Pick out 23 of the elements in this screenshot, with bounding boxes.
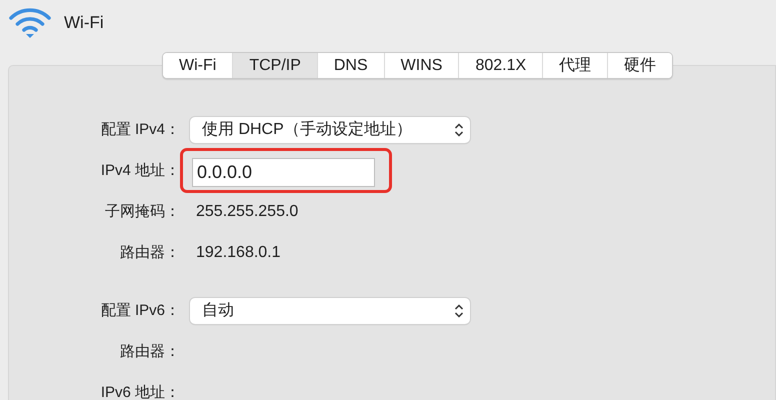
- updown-chevron-icon: [454, 302, 464, 318]
- dropdown[interactable]: 自动: [190, 298, 470, 324]
- field-label: IPv4 地址：: [100, 161, 180, 180]
- tab[interactable]: 硬件: [607, 53, 672, 78]
- field-label: 子网掩码：: [104, 202, 180, 221]
- tab[interactable]: WINS: [384, 53, 458, 78]
- input-field[interactable]: 0.0.0.0: [192, 158, 375, 187]
- wifi-icon: [8, 6, 52, 38]
- tab[interactable]: Wi-Fi: [163, 53, 232, 78]
- tab[interactable]: 代理: [542, 53, 608, 78]
- field-value: 255.255.255.0: [195, 202, 298, 220]
- field-value: 192.168.0.1: [195, 244, 281, 262]
- field-label: 配置 IPv4：: [100, 120, 180, 139]
- field-label: 配置 IPv6：: [100, 301, 180, 320]
- tab[interactable]: 802.1X: [458, 53, 542, 78]
- field-label: 路由器：: [119, 342, 180, 361]
- updown-chevron-icon: [454, 122, 464, 138]
- window-title: Wi-Fi: [64, 13, 104, 33]
- field-label: 路由器：: [119, 243, 180, 262]
- field-label: IPv6 地址：: [100, 383, 180, 400]
- dropdown[interactable]: 使用 DHCP（手动设定地址）: [190, 116, 470, 142]
- tab[interactable]: TCP/IP: [232, 53, 317, 78]
- tab[interactable]: DNS: [316, 53, 384, 78]
